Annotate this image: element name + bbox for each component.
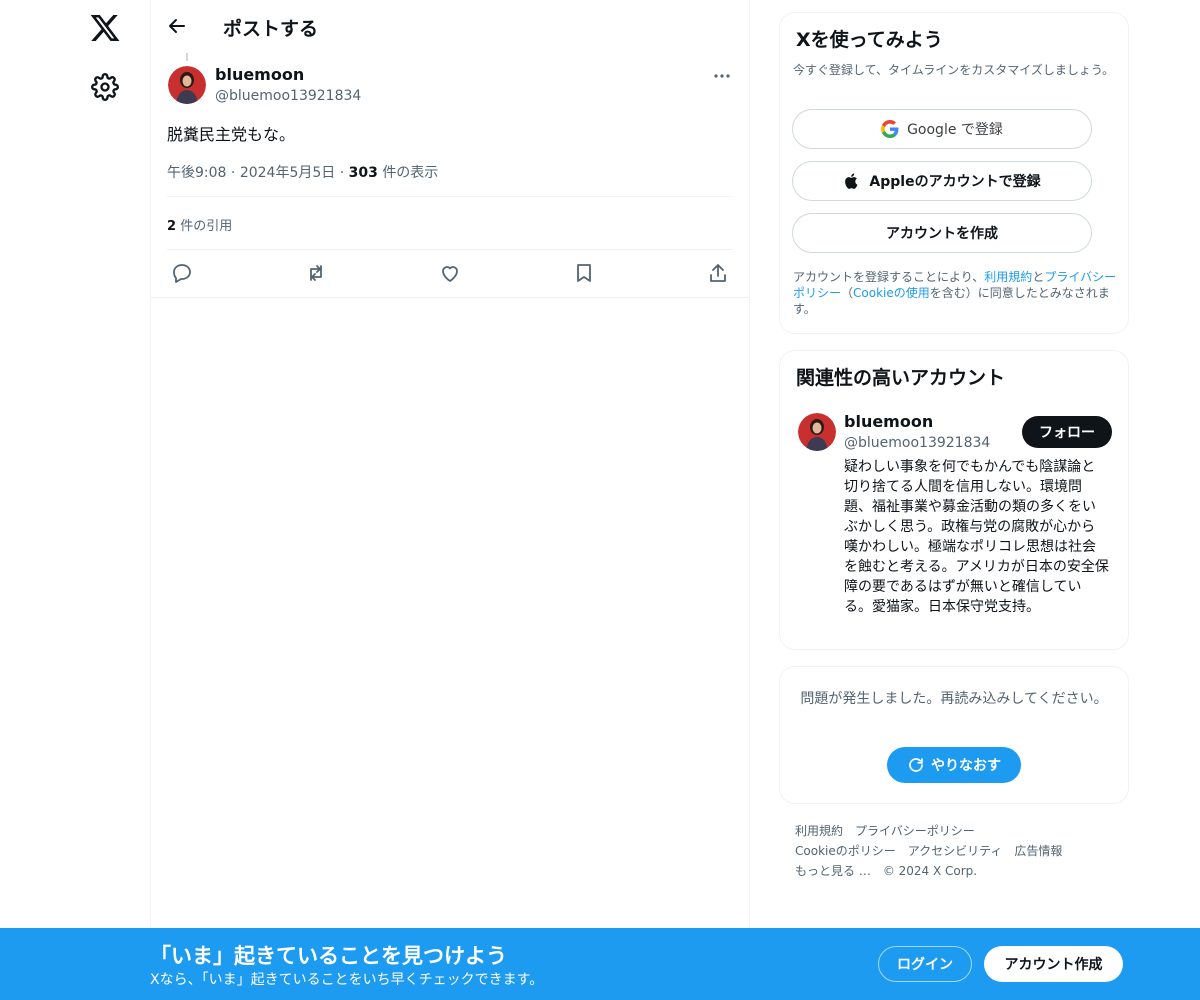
arrow-left-icon[interactable] [165, 14, 189, 38]
legal-prefix: アカウントを登録することにより、 [793, 270, 985, 284]
meta-separator: · [339, 165, 345, 181]
retry-button[interactable]: やりなおす [887, 747, 1021, 783]
apple-signup-button[interactable]: Appleのアカウントで登録 [792, 161, 1092, 201]
post-text: 脱糞民主党もな。 [167, 125, 296, 144]
post-author-handle[interactable]: @bluemoo13921834 [215, 88, 361, 104]
divider [167, 249, 733, 250]
divider [167, 196, 733, 197]
banner-title: 「いま」起きていることを見つけよう [150, 944, 507, 968]
main-column: ポストする bluemoon @bluemoo13921834 脱糞民主党もな。… [150, 0, 750, 1000]
related-account-handle[interactable]: @bluemoo13921834 [844, 435, 990, 451]
post-actions [151, 258, 749, 288]
page-title: ポストする [223, 18, 319, 40]
legal-and: と [1032, 270, 1045, 284]
footer-link-cookie[interactable]: Cookieのポリシー [795, 841, 896, 861]
signup-subtitle: 今すぐ登録して、タイムラインをカスタマイズしましょう。 [793, 63, 1115, 77]
login-button[interactable]: ログイン [878, 946, 972, 982]
cookie-link[interactable]: Cookieの使用 [853, 286, 930, 300]
signup-title: Xを使ってみよう [796, 29, 943, 51]
footer-link-accessibility[interactable]: アクセシビリティ [908, 841, 1003, 861]
quotes-label: 件の引用 [180, 219, 233, 234]
apple-signup-label: Appleのアカウントで登録 [869, 174, 1041, 190]
related-title: 関連性の高いアカウント [796, 367, 1006, 389]
quotes-count: 2 [167, 219, 177, 234]
follow-button[interactable]: フォロー [1022, 416, 1112, 448]
avatar[interactable] [168, 66, 206, 104]
create-account-label: アカウントを作成 [886, 226, 998, 242]
views-count: 303 [348, 165, 378, 181]
google-icon [881, 120, 899, 138]
related-account-name[interactable]: bluemoon [844, 412, 933, 431]
quotes-link[interactable]: 2 件の引用 [167, 215, 232, 234]
apple-icon [845, 173, 858, 189]
left-nav [0, 0, 150, 1000]
google-signup-label: Google で登録 [907, 122, 1003, 138]
error-message: 問題が発生しました。再読み込みしてください。 [800, 691, 1108, 707]
signup-card: Xを使ってみよう 今すぐ登録して、タイムラインをカスタマイズしましょう。 Goo… [779, 12, 1129, 334]
x-logo-icon[interactable] [89, 12, 121, 44]
thread-line [186, 53, 188, 61]
footer-link-privacy[interactable]: プライバシーポリシー [855, 821, 975, 841]
post-meta: 午後9:08 · 2024年5月5日 · 303 件の表示 [167, 162, 438, 182]
legal-paren: （ [841, 286, 854, 300]
footer-links: 利用規約 プライバシーポリシー Cookieのポリシー アクセシビリティ 広告情報 も… [795, 821, 1125, 881]
signup-button[interactable]: アカウント作成 [984, 946, 1123, 982]
terms-link[interactable]: 利用規約 [984, 270, 1032, 284]
header-bar: ポストする [151, 0, 749, 53]
post-time[interactable]: 午後9:08 [167, 165, 226, 181]
post-author-name[interactable]: bluemoon [215, 65, 304, 84]
gear-icon[interactable] [91, 73, 119, 101]
footer-link-more[interactable]: もっと見る … [795, 861, 871, 881]
create-account-button[interactable]: アカウントを作成 [792, 213, 1092, 253]
reply-icon[interactable] [170, 261, 194, 285]
footer-link-ads[interactable]: 広告情報 [1014, 841, 1062, 861]
avatar[interactable] [798, 413, 836, 451]
share-icon[interactable] [706, 261, 730, 285]
meta-separator: · [230, 165, 236, 181]
related-account-bio: 疑わしい事象を何でもかんでも陰謀論と切り捨てる人間を信用しない。環境問題、福祉事… [844, 459, 1109, 615]
refresh-icon [909, 758, 923, 772]
like-icon[interactable] [438, 261, 462, 285]
bookmark-icon[interactable] [572, 261, 596, 285]
related-accounts-card: 関連性の高いアカウント bluemoon @bluemoo13921834 フォ… [779, 350, 1129, 650]
divider [151, 297, 749, 298]
banner-subtitle: Xなら、「いま」起きていることをいち早くチェックできます。 [150, 972, 544, 988]
views-label: 件の表示 [382, 165, 439, 181]
login-banner: 「いま」起きていることを見つけよう Xなら、「いま」起きていることをいち早くチェ… [0, 928, 1200, 1000]
more-options-icon[interactable] [709, 66, 735, 86]
error-card: 問題が発生しました。再読み込みしてください。 やりなおす [779, 666, 1129, 804]
copyright: © 2024 X Corp. [882, 864, 978, 878]
retry-label: やりなおす [931, 758, 1001, 774]
post-date[interactable]: 2024年5月5日 [240, 165, 335, 181]
legal-notice: アカウントを登録することにより、利用規約とプライバシーポリシー（Cookieの使… [793, 269, 1123, 317]
google-signup-button[interactable]: Google で登録 [792, 109, 1092, 149]
retweet-icon[interactable] [304, 261, 328, 285]
footer-link-terms[interactable]: 利用規約 [795, 821, 843, 841]
